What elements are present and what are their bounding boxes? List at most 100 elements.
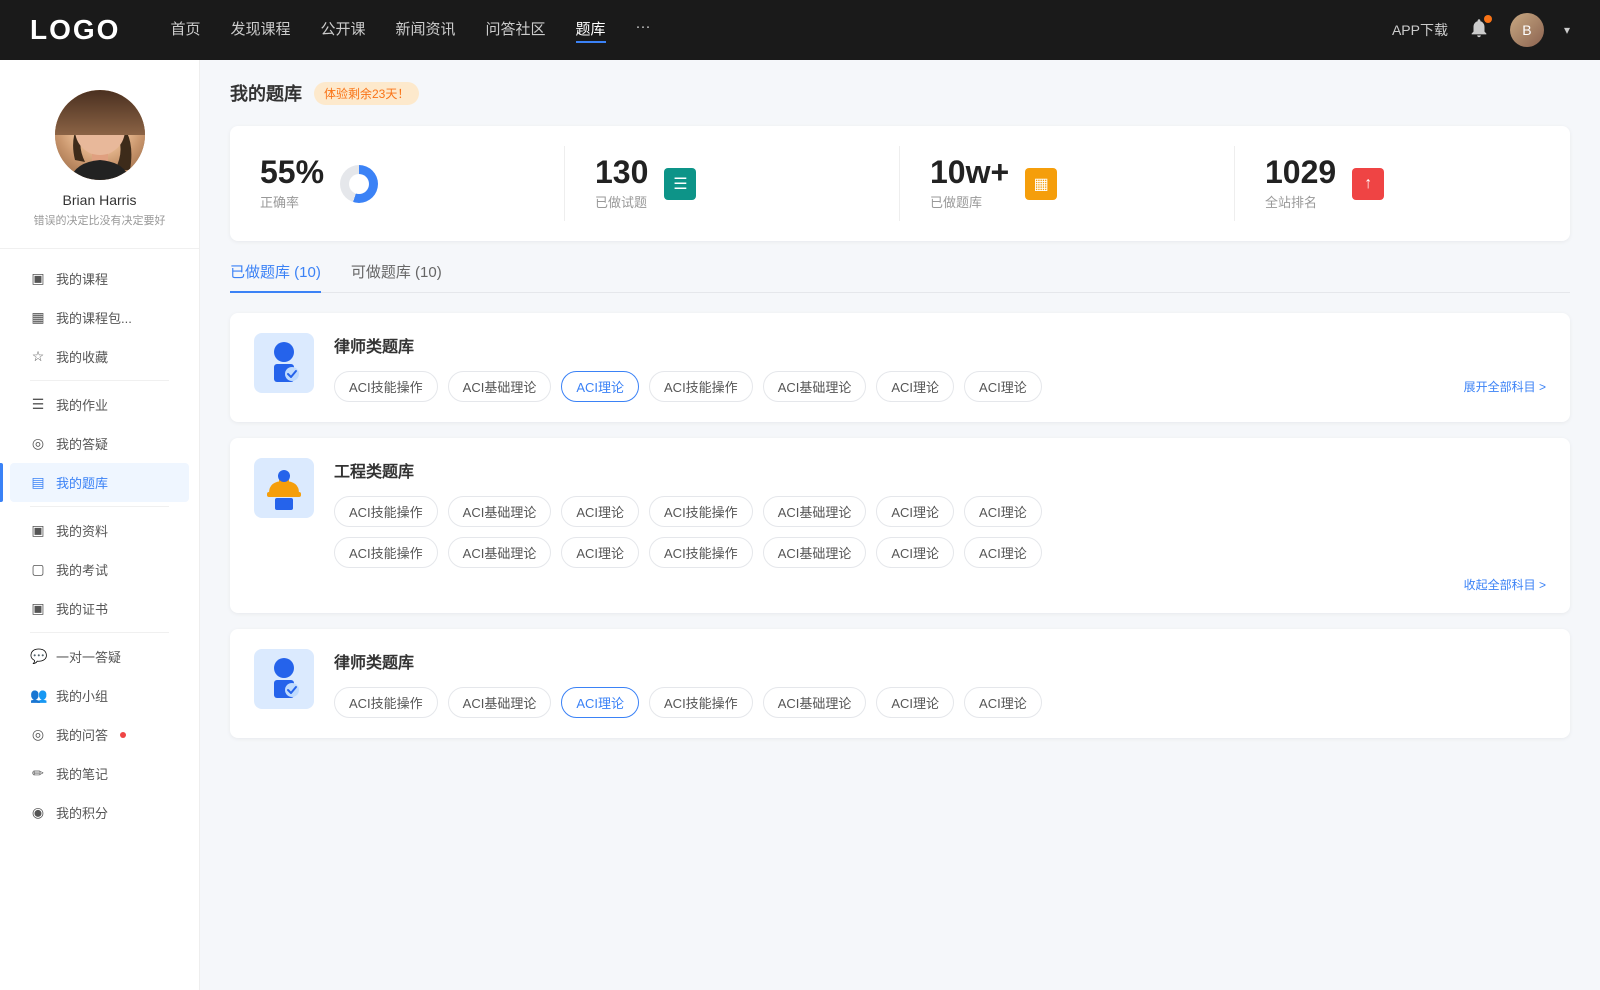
nav-news[interactable]: 新闻资讯 [396,18,456,43]
stat-accuracy: 55% 正确率 [230,146,565,221]
nav-discover[interactable]: 发现课程 [230,18,290,43]
nav-more[interactable]: ··· [636,18,651,43]
user-name: Brian Harris [63,192,137,208]
engineer-tags-row2: ACI技能操作 ACI基础理论 ACI理论 ACI技能操作 ACI基础理论 AC… [334,537,1546,568]
eng-tag-6[interactable]: ACI理论 [964,496,1042,527]
eng2-tag-6[interactable]: ACI理论 [964,537,1042,568]
eng-tag-2[interactable]: ACI理论 [561,496,639,527]
unread-dot [120,732,126,738]
certificate-icon: ▣ [30,600,46,617]
accuracy-pie-chart [340,165,378,203]
tag-3[interactable]: ACI技能操作 [649,371,753,402]
navbar-right: APP下载 B ▾ [1392,13,1570,47]
tag-1[interactable]: ACI基础理论 [448,371,552,402]
sidebar-item-homework[interactable]: ☰ 我的作业 [10,385,189,424]
eng2-tag-3[interactable]: ACI技能操作 [649,537,753,568]
eng2-tag-5[interactable]: ACI理论 [876,537,954,568]
points-icon: ◉ [30,804,46,821]
tag-5[interactable]: ACI理论 [876,371,954,402]
sidebar-menu: ▣ 我的课程 ▦ 我的课程包... ☆ 我的收藏 ☰ 我的作业 ◎ 我的答疑 ▤ [0,259,199,832]
law2-tag-2-active[interactable]: ACI理论 [561,687,639,718]
main-content: 我的题库 体验剩余23天！ 55% 正确率 130 已做试题 ☰ [200,60,1600,990]
qa-icon: ◎ [30,435,46,452]
lawyer-bank-title-1: 律师类题库 [334,333,1546,357]
stat-done-questions: 130 已做试题 ☰ [565,146,900,221]
tag-0[interactable]: ACI技能操作 [334,371,438,402]
law2-tag-6[interactable]: ACI理论 [964,687,1042,718]
stats-row: 55% 正确率 130 已做试题 ☰ 10w+ 已做题库 [230,126,1570,241]
bank-icon: ▤ [30,474,46,491]
bank-card-lawyer-1: 律师类题库 ACI技能操作 ACI基础理论 ACI理论 ACI技能操作 ACI基… [230,313,1570,422]
user-menu-chevron[interactable]: ▾ [1564,23,1570,37]
stat-rank-label: 全站排名 [1265,192,1336,211]
tag-4[interactable]: ACI基础理论 [763,371,867,402]
group-icon: 👥 [30,687,46,704]
trial-badge: 体验剩余23天！ [314,82,419,105]
my-qa-icon: ◎ [30,726,46,743]
lawyer-bank-title-2: 律师类题库 [334,649,1546,673]
engineer-tags-row1: ACI技能操作 ACI基础理论 ACI理论 ACI技能操作 ACI基础理论 AC… [334,496,1546,527]
stat-banks-label: 已做题库 [930,192,1009,211]
law2-tag-4[interactable]: ACI基础理论 [763,687,867,718]
tab-available-banks[interactable]: 可做题库 (10) [351,261,442,292]
user-avatar-large[interactable] [55,90,145,180]
stat-done-value: 130 [595,156,648,188]
app-download-link[interactable]: APP下载 [1392,20,1448,40]
stat-accuracy-value: 55% [260,156,324,188]
sidebar-item-favorites[interactable]: ☆ 我的收藏 [10,337,189,376]
stat-ranking: 1029 全站排名 ↑ [1235,146,1570,221]
user-avatar-nav[interactable]: B [1510,13,1544,47]
stat-accuracy-label: 正确率 [260,192,324,211]
bank-card-lawyer-2: 律师类题库 ACI技能操作 ACI基础理论 ACI理论 ACI技能操作 ACI基… [230,629,1570,738]
homework-icon: ☰ [30,396,46,413]
eng2-tag-4[interactable]: ACI基础理论 [763,537,867,568]
sidebar-item-notes[interactable]: ✏ 我的笔记 [10,754,189,793]
sidebar-item-qa[interactable]: ◎ 我的答疑 [10,424,189,463]
sidebar-item-one-on-one[interactable]: 💬 一对一答疑 [10,637,189,676]
collapse-link[interactable]: 收起全部科目 > [334,576,1546,593]
user-motto: 错误的决定比没有决定要好 [34,212,166,228]
eng2-tag-1[interactable]: ACI基础理论 [448,537,552,568]
sidebar-item-exam[interactable]: ▢ 我的考试 [10,550,189,589]
law2-tag-5[interactable]: ACI理论 [876,687,954,718]
notification-bell[interactable] [1468,17,1490,44]
eng2-tag-2[interactable]: ACI理论 [561,537,639,568]
eng-tag-3[interactable]: ACI技能操作 [649,496,753,527]
sidebar-item-course-pkg[interactable]: ▦ 我的课程包... [10,298,189,337]
tab-done-banks[interactable]: 已做题库 (10) [230,261,321,292]
sidebar-item-bank[interactable]: ▤ 我的题库 [10,463,189,502]
law2-tag-0[interactable]: ACI技能操作 [334,687,438,718]
navbar: LOGO 首页 发现课程 公开课 新闻资讯 问答社区 题库 ··· APP下载 … [0,0,1600,60]
eng2-tag-0[interactable]: ACI技能操作 [334,537,438,568]
rank-icon: ↑ [1352,168,1384,200]
sidebar-item-group[interactable]: 👥 我的小组 [10,676,189,715]
sidebar-item-my-qa[interactable]: ◎ 我的问答 [10,715,189,754]
sidebar-item-certificate[interactable]: ▣ 我的证书 [10,589,189,628]
tag-2-active[interactable]: ACI理论 [561,371,639,402]
sidebar-item-my-course[interactable]: ▣ 我的课程 [10,259,189,298]
exam-icon: ▢ [30,561,46,578]
stat-done-label: 已做试题 [595,192,648,211]
eng-tag-5[interactable]: ACI理论 [876,496,954,527]
sidebar-divider-2 [30,506,169,507]
notes-icon: ✏ [30,765,46,782]
one-on-one-icon: 💬 [30,648,46,665]
eng-tag-4[interactable]: ACI基础理论 [763,496,867,527]
tag-6[interactable]: ACI理论 [964,371,1042,402]
nav-exam[interactable]: 题库 [576,18,606,43]
nav-qa[interactable]: 问答社区 [486,18,546,43]
question-icon: ☰ [664,168,696,200]
engineer-bank-title: 工程类题库 [334,458,1546,482]
law2-tag-1[interactable]: ACI基础理论 [448,687,552,718]
law2-tag-3[interactable]: ACI技能操作 [649,687,753,718]
eng-tag-1[interactable]: ACI基础理论 [448,496,552,527]
lawyer-bank-icon-2 [254,649,314,709]
nav-home[interactable]: 首页 [170,18,200,43]
nav-open-course[interactable]: 公开课 [320,18,365,43]
sidebar-item-points[interactable]: ◉ 我的积分 [10,793,189,832]
page-title: 我的题库 [230,80,302,106]
sidebar-item-profile[interactable]: ▣ 我的资料 [10,511,189,550]
eng-tag-0[interactable]: ACI技能操作 [334,496,438,527]
expand-link-1[interactable]: 展开全部科目 > [1464,378,1546,395]
logo[interactable]: LOGO [30,14,120,46]
